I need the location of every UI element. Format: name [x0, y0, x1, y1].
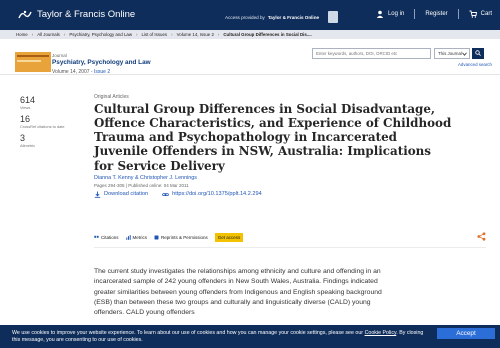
article-pages: Pages 294-305 | Published online: 04 Mar… [94, 182, 189, 188]
quote-icon [94, 235, 99, 238]
institution-access: Access provided by Taylor & Francis Onli… [225, 11, 339, 23]
user-icon [376, 10, 384, 18]
institution-logo-icon [328, 11, 339, 23]
breadcrumb-journal[interactable]: Psychiatry, Psychology and Law [69, 32, 132, 37]
metric-views[interactable]: 614 Views [20, 96, 70, 111]
doi-link[interactable]: https://doi.org/10.1375/pplt.14.2.294 [162, 191, 262, 198]
breadcrumb-volume[interactable]: Volume 14, Issue 2 [177, 32, 214, 37]
article-title: Cultural Group Differences in Social Dis… [94, 102, 452, 173]
bar-chart-icon [125, 235, 131, 240]
breadcrumb-issues[interactable]: List of Issues [141, 32, 167, 37]
breadcrumb-current: Cultural Group Differences in Social Dis… [223, 32, 312, 37]
download-citation-link[interactable]: Download citation [94, 191, 148, 198]
cookie-text: We use cookies to improve your website e… [12, 330, 432, 344]
brand-logo-icon [18, 10, 32, 18]
article-tools: Citations Metrics Reprints & Permissions… [94, 233, 244, 242]
access-text: Access provided by [225, 14, 265, 20]
chevron-right-icon: › [63, 32, 66, 37]
chevron-down-icon [462, 52, 467, 56]
journal-label: Journal [52, 53, 67, 58]
breadcrumb: Home › All Journals › Psychiatry, Psycho… [0, 30, 500, 39]
citations-label: Citations [101, 235, 119, 240]
breadcrumb-home[interactable]: Home [16, 32, 28, 37]
chevron-right-icon: › [31, 32, 34, 37]
cookie-text-1: We use cookies to improve your website e… [12, 330, 364, 336]
search-scope-value: This Journal [438, 51, 462, 56]
metric-value: 614 [20, 95, 36, 105]
journal-cover[interactable] [15, 52, 51, 72]
metric-value: 16 [20, 113, 31, 124]
reprints-tab[interactable]: Reprints & Permissions [154, 235, 208, 240]
chevron-right-icon: › [217, 32, 220, 37]
access-org: Taylor & Francis Online [267, 14, 320, 20]
account-links: Log in Register Cart [376, 9, 492, 19]
login-link[interactable]: Log in [376, 10, 404, 18]
cart-label: Cart [480, 11, 492, 17]
doi-label: https://doi.org/10.1375/pplt.14.2.294 [172, 191, 262, 198]
get-access-button[interactable]: Get access [214, 233, 244, 242]
brand-logo[interactable]: Taylor & Francis Online [18, 9, 135, 20]
cover-stripe [17, 60, 41, 62]
metric-value: 3 [20, 132, 26, 143]
section-divider [94, 247, 486, 248]
reprints-icon [154, 235, 159, 240]
share-icon[interactable] [477, 232, 486, 241]
article-authors[interactable]: Dianna T. Kenny & Christopher J. Lenning… [94, 175, 454, 181]
metrics-label: Metrics [132, 235, 148, 240]
article-metrics: 614 Views 16 CrossRef citations to date … [20, 96, 70, 153]
cover-stripe [17, 55, 49, 57]
register-link[interactable]: Register [425, 11, 447, 17]
metric-citations[interactable]: 16 CrossRef citations to date [20, 113, 70, 130]
reprints-label: Reprints & Permissions [161, 235, 208, 240]
divider [414, 9, 416, 19]
search-button[interactable] [472, 48, 484, 59]
article-header: Original Articles Cultural Group Differe… [94, 94, 454, 198]
download-icon [94, 191, 101, 198]
search-scope-select[interactable]: This Journal [434, 48, 470, 59]
article-links: Download citation https://doi.org/10.137… [94, 191, 454, 198]
advanced-search-link[interactable]: Advanced search [458, 62, 492, 67]
breadcrumb-all-journals[interactable]: All Journals [37, 32, 60, 37]
download-citation-label: Download citation [104, 191, 149, 198]
journal-volume: Volume 14, 2007 - Issue 2 [52, 69, 110, 75]
journal-title[interactable]: Psychiatry, Psychology and Law [52, 59, 151, 66]
accept-cookies-button[interactable]: Accept [437, 328, 495, 339]
article-abstract: The current study investigates the relat… [94, 268, 382, 317]
search-input[interactable] [312, 48, 431, 59]
link-icon [162, 192, 169, 196]
article-type: Original Articles [94, 94, 129, 100]
metric-label: CrossRef citations to date [20, 123, 65, 129]
metric-altmetric[interactable]: 3 Altmetric [20, 132, 70, 149]
top-bar: Taylor & Francis Online Access provided … [0, 0, 500, 30]
cookie-banner: We use cookies to improve your website e… [0, 325, 500, 348]
login-label: Log in [387, 11, 405, 17]
metrics-tab[interactable]: Metrics [125, 235, 148, 240]
divider [457, 9, 459, 19]
chevron-right-icon: › [136, 32, 138, 37]
cart-icon [469, 10, 477, 18]
search-icon [475, 50, 481, 56]
brand-name: Taylor & Francis Online [37, 9, 136, 20]
volume-text: Volume 14, 2007 - [52, 69, 94, 75]
metric-label: Views [20, 105, 31, 110]
cookie-policy-link[interactable]: Cookie Policy [365, 330, 397, 336]
chevron-right-icon: › [171, 32, 173, 37]
metric-label: Altmetric [20, 142, 36, 148]
cart-link[interactable]: Cart [469, 10, 492, 18]
citations-tab[interactable]: Citations [94, 235, 119, 240]
issue-link[interactable]: Issue 2 [94, 69, 110, 75]
